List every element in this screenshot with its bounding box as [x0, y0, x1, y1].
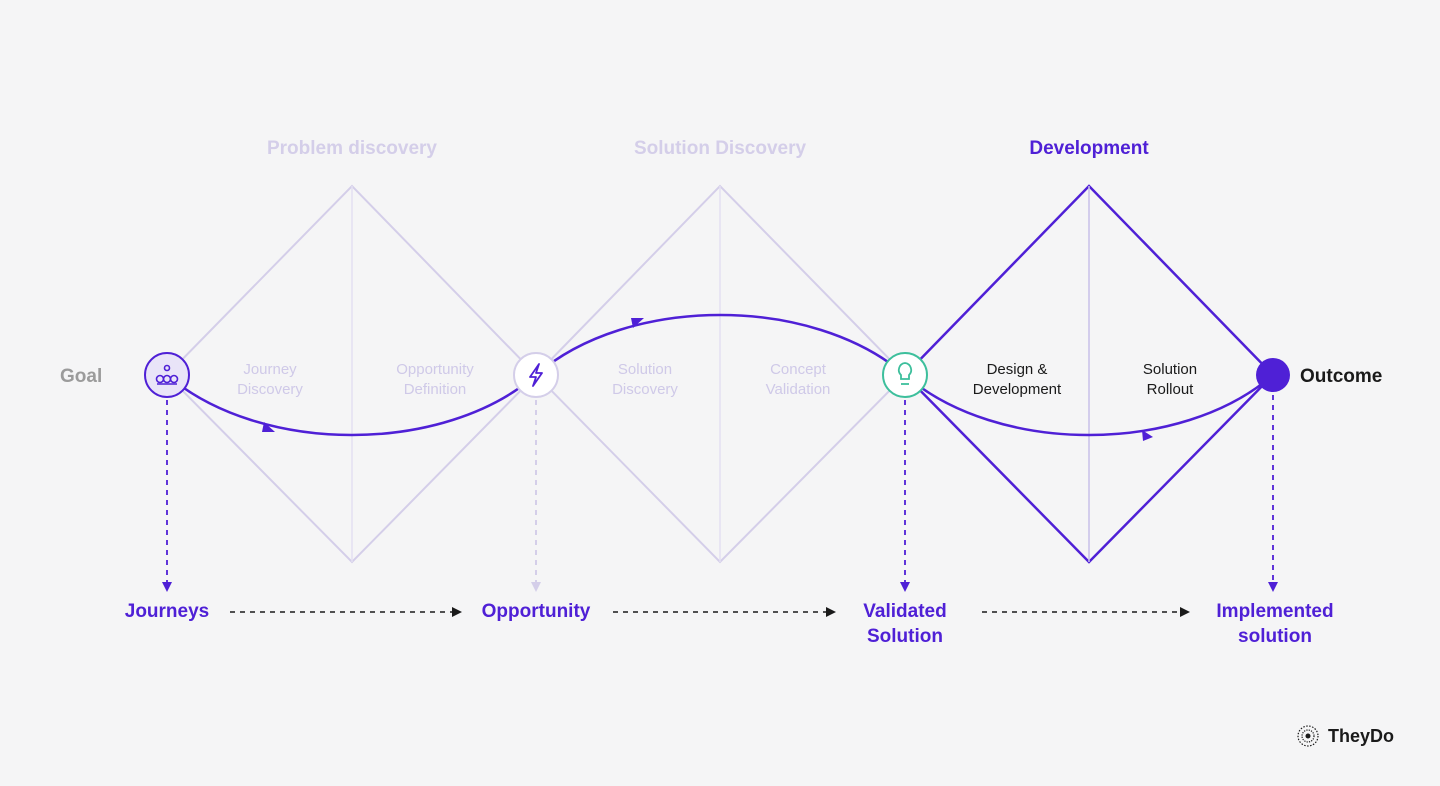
inner-solution-rollout: Solution Rollout [1110, 360, 1230, 399]
node-opportunity [514, 353, 558, 397]
brand-text: TheyDo [1328, 726, 1394, 747]
inner-solution-discovery: Solution Discovery [590, 360, 700, 399]
node-outcome [1256, 358, 1290, 392]
inner-opportunity-definition: Opportunity Definition [370, 360, 500, 399]
inner-journey-discovery: Journey Discovery [215, 360, 325, 399]
brand-logo: TheyDo [1296, 724, 1394, 748]
inner-concept-validation: Concept Validation [738, 360, 858, 399]
label-outcome: Outcome [1300, 365, 1420, 390]
phase-development: Development [997, 137, 1181, 162]
node-validated-solution [883, 353, 927, 397]
curve-arrow-3 [1142, 430, 1153, 441]
output-implemented-solution: Implemented solution [1200, 600, 1350, 649]
brand-icon [1296, 724, 1320, 748]
phase-solution-discovery: Solution Discovery [628, 137, 812, 162]
output-opportunity: Opportunity [470, 600, 602, 625]
label-goal: Goal [60, 365, 140, 390]
output-journeys: Journeys [110, 600, 224, 625]
output-validated-solution: Validated Solution [840, 600, 970, 649]
inner-design-development: Design & Development [952, 360, 1082, 399]
phase-problem-discovery: Problem discovery [260, 137, 444, 162]
